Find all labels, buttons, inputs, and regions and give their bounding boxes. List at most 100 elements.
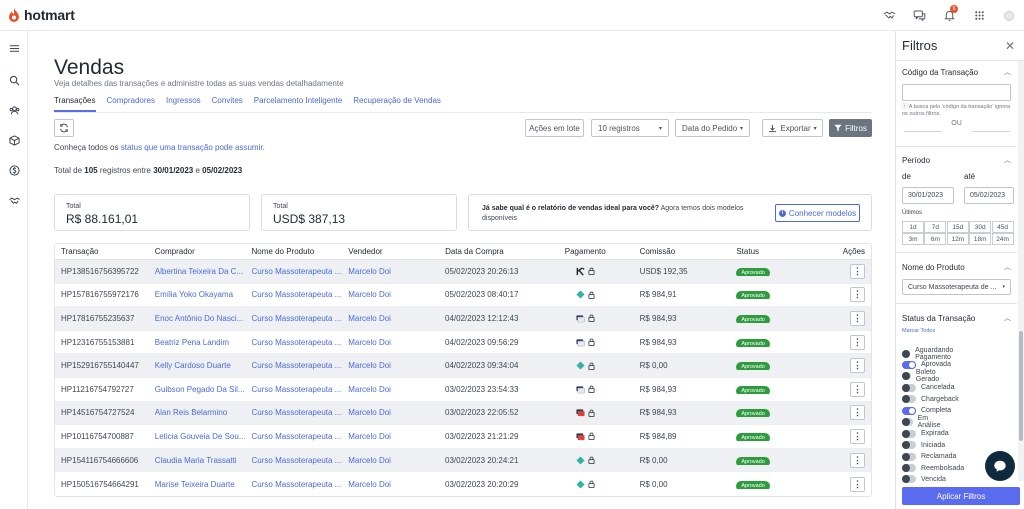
chevron-up-icon[interactable]: ︿: [1004, 262, 1011, 272]
bell-icon[interactable]: 6: [934, 0, 964, 31]
cell-vendedor[interactable]: Marcelo Doi: [348, 385, 445, 394]
cell-produto[interactable]: Curso Massoterapeuta ...: [252, 480, 349, 489]
tab-ingressos[interactable]: Ingressos: [166, 96, 201, 112]
status-toggle-item[interactable]: Aguardando Pagamento: [902, 347, 959, 361]
chevron-up-icon[interactable]: ︿: [1004, 67, 1011, 77]
handshake-nav-icon[interactable]: [0, 185, 28, 215]
cell-produto[interactable]: Curso Massoterapeuta ...: [252, 338, 349, 347]
toggle-switch[interactable]: [902, 383, 916, 392]
toggle-switch[interactable]: [902, 429, 916, 438]
range-15d[interactable]: 15d: [946, 221, 969, 233]
status-toggle-item[interactable]: Iniciada: [902, 440, 945, 451]
cell-comprador[interactable]: Claudia Maria Trassatti: [155, 456, 252, 465]
cell-vendedor[interactable]: Marcelo Doi: [348, 456, 445, 465]
brand-logo[interactable]: hotmart: [8, 7, 75, 23]
chat-button[interactable]: [985, 451, 1015, 481]
cell-vendedor[interactable]: Marcelo Doi: [348, 314, 445, 323]
date-to-input[interactable]: 05/02/2023: [964, 187, 1014, 204]
toggle-switch[interactable]: [902, 418, 913, 427]
cell-comprador[interactable]: Emília Yoko Okayama: [155, 290, 252, 299]
scroll-thumb[interactable]: [1019, 331, 1023, 441]
table-row[interactable]: HP152916755140447 Kelly Cardoso Duarte C…: [55, 354, 871, 378]
toggle-switch[interactable]: [902, 372, 911, 381]
close-icon[interactable]: ✕: [1005, 39, 1015, 53]
status-toggle-item[interactable]: Em Análise: [902, 415, 944, 429]
user-avatar[interactable]: [994, 0, 1024, 31]
range-12m[interactable]: 12m: [946, 233, 969, 245]
cell-vendedor[interactable]: Marcelo Doi: [348, 432, 445, 441]
tab-convites[interactable]: Convites: [212, 96, 243, 112]
table-row[interactable]: HP12316755153881 Beatriz Pena Landim Cur…: [55, 331, 871, 355]
cell-comprador[interactable]: Enoc Antônio Do Nasci...: [155, 314, 252, 323]
table-row[interactable]: HP10116754700887 Leticia Gouveia De Sou.…: [55, 425, 871, 449]
table-row[interactable]: HP1578167559721​76 Emília Yoko Okayama C…: [55, 284, 871, 308]
range-45d[interactable]: 45d: [991, 221, 1014, 233]
cell-vendedor[interactable]: Marcelo Doi: [348, 338, 445, 347]
users-icon[interactable]: [0, 95, 28, 125]
toggle-switch[interactable]: [902, 441, 916, 450]
range-7d[interactable]: 7d: [924, 221, 947, 233]
tab-recuperacao[interactable]: Recuperação de Vendas: [353, 96, 441, 112]
table-row[interactable]: HP14516754727524 Alan Reis Belarmino Cur…: [55, 401, 871, 426]
row-actions-button[interactable]: ⋮: [849, 476, 865, 492]
apps-grid-icon[interactable]: [964, 0, 994, 31]
row-actions-button[interactable]: ⋮: [849, 405, 865, 421]
cell-produto[interactable]: Curso Massoterapeuta ...: [252, 267, 349, 276]
cell-produto[interactable]: Curso Massoterapeuta ...: [252, 361, 349, 370]
bulk-actions-button[interactable]: Ações em lote: [525, 119, 584, 137]
row-actions-button[interactable]: ⋮: [849, 452, 865, 468]
row-actions-button[interactable]: ⋮: [849, 381, 865, 397]
tab-transacoes[interactable]: Transações: [54, 96, 96, 112]
select-all-link[interactable]: Marcar Todos: [902, 328, 935, 334]
cell-produto[interactable]: Curso Massoterapeuta ...: [252, 314, 349, 323]
export-button[interactable]: Exportar ▾: [762, 119, 823, 137]
range-3m[interactable]: 3m: [902, 233, 924, 245]
cell-produto[interactable]: Curso Massoterapeuta ...: [252, 456, 349, 465]
range-18m[interactable]: 18m: [969, 233, 992, 245]
records-per-page-select[interactable]: 10 registros ▾: [591, 119, 669, 137]
chevron-up-icon[interactable]: ︿: [1004, 155, 1011, 165]
range-24m[interactable]: 24m: [991, 233, 1014, 245]
table-row[interactable]: HP13851675639572​2 Albertina Teixeira Da…: [55, 260, 871, 284]
cell-produto[interactable]: Curso Massoterapeuta ...: [252, 408, 349, 417]
produto-select[interactable]: Curso Massoterapeuta de ... ▾: [902, 279, 1011, 295]
cell-comprador[interactable]: Leticia Gouveia De Sou...: [155, 432, 252, 441]
status-toggle-item[interactable]: Reembolsada: [902, 463, 964, 474]
table-row[interactable]: HP150516754664291 Marise Teixeira Duarte…: [55, 472, 871, 496]
know-models-button[interactable]: i Conhecer modelos: [775, 204, 860, 222]
codigo-input[interactable]: [902, 84, 1011, 101]
cell-comprador[interactable]: Marise Teixeira Duarte: [155, 480, 252, 489]
cell-comprador[interactable]: Albertina Teixeira Da C...: [155, 267, 252, 276]
box-icon[interactable]: [0, 125, 28, 155]
status-info-link[interactable]: status que uma transação pode assumir: [121, 143, 263, 152]
status-toggle-item[interactable]: Chargeback: [902, 394, 959, 405]
cell-comprador[interactable]: Guibson Pegado Da Sil...: [155, 385, 252, 394]
tab-compradores[interactable]: Compradores: [107, 96, 155, 112]
search-icon[interactable]: [0, 65, 28, 95]
refresh-button[interactable]: [54, 119, 74, 137]
tab-parcelamento[interactable]: Parcelamento Inteligente: [254, 96, 343, 112]
status-toggle-item[interactable]: Expirada: [902, 428, 949, 439]
cell-comprador[interactable]: Kelly Cardoso Duarte: [155, 361, 252, 370]
date-type-select[interactable]: Data do Pedido ▾: [675, 119, 750, 137]
row-actions-button[interactable]: ⋮: [849, 263, 865, 279]
row-actions-button[interactable]: ⋮: [849, 358, 865, 374]
cell-comprador[interactable]: Beatriz Pena Landim: [155, 338, 252, 347]
row-actions-button[interactable]: ⋮: [849, 287, 865, 303]
menu-icon[interactable]: [0, 33, 28, 63]
cell-vendedor[interactable]: Marcelo Doi: [348, 267, 445, 276]
row-actions-button[interactable]: ⋮: [849, 428, 865, 444]
cell-vendedor[interactable]: Marcelo Doi: [348, 290, 445, 299]
date-from-input[interactable]: 30/01/2023: [902, 187, 954, 204]
range-6m[interactable]: 6m: [924, 233, 947, 245]
toggle-switch[interactable]: [902, 406, 916, 415]
cell-vendedor[interactable]: Marcelo Doi: [348, 408, 445, 417]
table-row[interactable]: HP17816755235637 Enoc Antônio Do Nasci..…: [55, 307, 871, 331]
toggle-switch[interactable]: [902, 349, 911, 358]
chat-bubbles-icon[interactable]: [904, 0, 934, 31]
dollar-icon[interactable]: [0, 155, 28, 185]
handshake-icon[interactable]: [874, 0, 904, 31]
row-actions-button[interactable]: ⋮: [849, 310, 865, 326]
cell-produto[interactable]: Curso Massoterapeuta ...: [252, 432, 349, 441]
status-toggle-item[interactable]: Boleto Gerado: [902, 369, 944, 383]
